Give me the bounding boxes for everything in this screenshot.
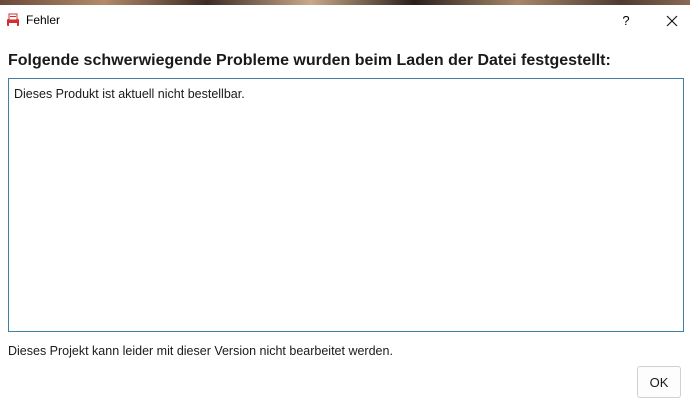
ok-button[interactable]: OK: [637, 366, 681, 398]
title-bar[interactable]: Fehler ?: [0, 5, 690, 36]
help-button[interactable]: ?: [612, 9, 640, 33]
window-title: Fehler: [26, 13, 61, 27]
message-text: Dieses Produkt ist aktuell nicht bestell…: [14, 87, 245, 101]
error-dialog: Fehler ? Folgende schwerwiegende Problem…: [0, 5, 690, 404]
printer-app-icon: [6, 13, 20, 27]
close-icon: [666, 15, 678, 27]
footer-text: Dieses Projekt kann leider mit dieser Ve…: [8, 344, 393, 358]
close-button[interactable]: [658, 9, 686, 33]
message-textarea[interactable]: Dieses Produkt ist aktuell nicht bestell…: [8, 78, 684, 332]
dialog-heading: Folgende schwerwiegende Probleme wurden …: [8, 52, 611, 69]
